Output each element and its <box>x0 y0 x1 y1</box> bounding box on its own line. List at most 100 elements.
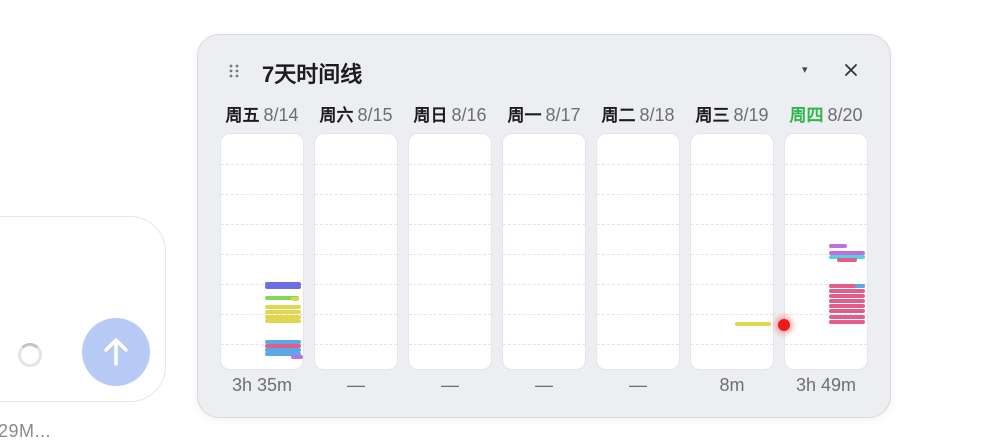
activity-block[interactable] <box>829 315 865 319</box>
close-icon[interactable] <box>842 61 860 79</box>
activity-block[interactable] <box>829 299 865 303</box>
day-timeline-box[interactable] <box>502 133 586 370</box>
date-label: 8/15 <box>357 105 393 125</box>
date-label: 8/18 <box>639 105 675 125</box>
grid-line <box>691 254 773 255</box>
grid-line <box>409 194 491 195</box>
grid-line <box>221 164 303 165</box>
weekday-label: 周六 <box>319 106 354 125</box>
loading-spinner-icon <box>18 343 42 367</box>
grid-line <box>597 194 679 195</box>
arrow-up-icon <box>104 338 128 366</box>
day-total-duration: 3h 35m <box>231 375 293 395</box>
activity-block[interactable] <box>829 320 865 324</box>
day-column-8-18[interactable]: 周二 8/18 — <box>596 101 680 395</box>
current-time-indicator <box>778 319 790 331</box>
send-button[interactable] <box>82 318 150 386</box>
grid-line <box>315 284 397 285</box>
activity-block[interactable] <box>265 310 301 314</box>
day-column-8-15[interactable]: 周六 8/15 — <box>314 101 398 395</box>
day-label: 周一 8/17 <box>502 101 586 129</box>
weekday-label: 周五 <box>225 106 260 125</box>
day-column-8-20[interactable]: 周四 8/20 3h 49m <box>784 101 868 395</box>
activity-block[interactable] <box>265 285 301 289</box>
day-column-8-17[interactable]: 周一 8/17 — <box>502 101 586 395</box>
activity-block[interactable] <box>829 294 865 298</box>
grid-line <box>503 254 585 255</box>
grid-line <box>315 194 397 195</box>
widget-title: 7天时间线 <box>262 62 363 87</box>
date-label: 8/14 <box>263 105 299 125</box>
activity-block[interactable] <box>829 304 865 308</box>
day-total-duration: 3h 49m <box>795 375 857 395</box>
activity-block[interactable] <box>735 322 771 326</box>
grid-line <box>409 224 491 225</box>
drag-handle-icon[interactable] <box>228 63 240 79</box>
status-text: 29M... <box>0 421 52 441</box>
grid-line <box>597 224 679 225</box>
day-timeline-box[interactable] <box>408 133 492 370</box>
weekday-label: 周三 <box>695 106 730 125</box>
weekday-label: 周四 <box>789 106 824 125</box>
activity-block[interactable] <box>265 319 301 323</box>
grid-line <box>597 344 679 345</box>
day-timeline-box[interactable] <box>314 133 398 370</box>
activity-block[interactable] <box>829 244 847 248</box>
grid-line <box>221 254 303 255</box>
weekday-label: 周一 <box>507 106 542 125</box>
day-label: 周三 8/19 <box>690 101 774 129</box>
day-timeline-box[interactable] <box>784 133 868 370</box>
grid-line <box>315 254 397 255</box>
date-label: 8/17 <box>545 105 581 125</box>
grid-line <box>597 254 679 255</box>
day-label: 周五 8/14 <box>220 101 304 129</box>
grid-line <box>315 164 397 165</box>
day-column-8-14[interactable]: 周五 8/14 3h 35m <box>220 101 304 395</box>
grid-line <box>597 314 679 315</box>
day-label: 周日 8/16 <box>408 101 492 129</box>
grid-line <box>503 164 585 165</box>
grid-line <box>409 164 491 165</box>
dropdown-button[interactable]: ▾ <box>802 63 808 76</box>
day-timeline-box[interactable] <box>596 133 680 370</box>
grid-line <box>221 224 303 225</box>
grid-line <box>691 224 773 225</box>
activity-block[interactable] <box>829 289 865 293</box>
grid-line <box>315 314 397 315</box>
grid-line <box>691 314 773 315</box>
day-total-duration: — <box>535 375 553 395</box>
grid-line <box>691 164 773 165</box>
activity-block[interactable] <box>265 305 301 309</box>
day-label: 周二 8/18 <box>596 101 680 129</box>
day-timeline-box[interactable] <box>690 133 774 370</box>
grid-line <box>409 344 491 345</box>
weekday-label: 周日 <box>413 106 448 125</box>
activity-block[interactable] <box>837 258 857 262</box>
date-label: 8/20 <box>827 105 863 125</box>
day-label: 周四 8/20 <box>784 101 868 129</box>
day-total-duration: — <box>441 375 459 395</box>
day-timeline-box[interactable] <box>220 133 304 370</box>
grid-line <box>409 284 491 285</box>
activity-block[interactable] <box>291 355 303 359</box>
day-total-duration: — <box>347 375 365 395</box>
grid-line <box>503 284 585 285</box>
activity-block[interactable] <box>291 297 299 301</box>
grid-line <box>409 314 491 315</box>
grid-line <box>315 224 397 225</box>
activity-block[interactable] <box>829 309 865 313</box>
grid-line <box>221 194 303 195</box>
day-total-duration: 8m <box>719 375 745 395</box>
grid-line <box>785 224 867 225</box>
grid-line <box>409 254 491 255</box>
activity-block[interactable] <box>855 284 865 288</box>
grid-line <box>785 194 867 195</box>
grid-line <box>785 344 867 345</box>
date-label: 8/16 <box>451 105 487 125</box>
grid-line <box>691 284 773 285</box>
day-column-8-19[interactable]: 周三 8/19 8m <box>690 101 774 395</box>
grid-line <box>597 284 679 285</box>
date-label: 8/19 <box>733 105 769 125</box>
day-total-duration: — <box>629 375 647 395</box>
day-column-8-16[interactable]: 周日 8/16 — <box>408 101 492 395</box>
